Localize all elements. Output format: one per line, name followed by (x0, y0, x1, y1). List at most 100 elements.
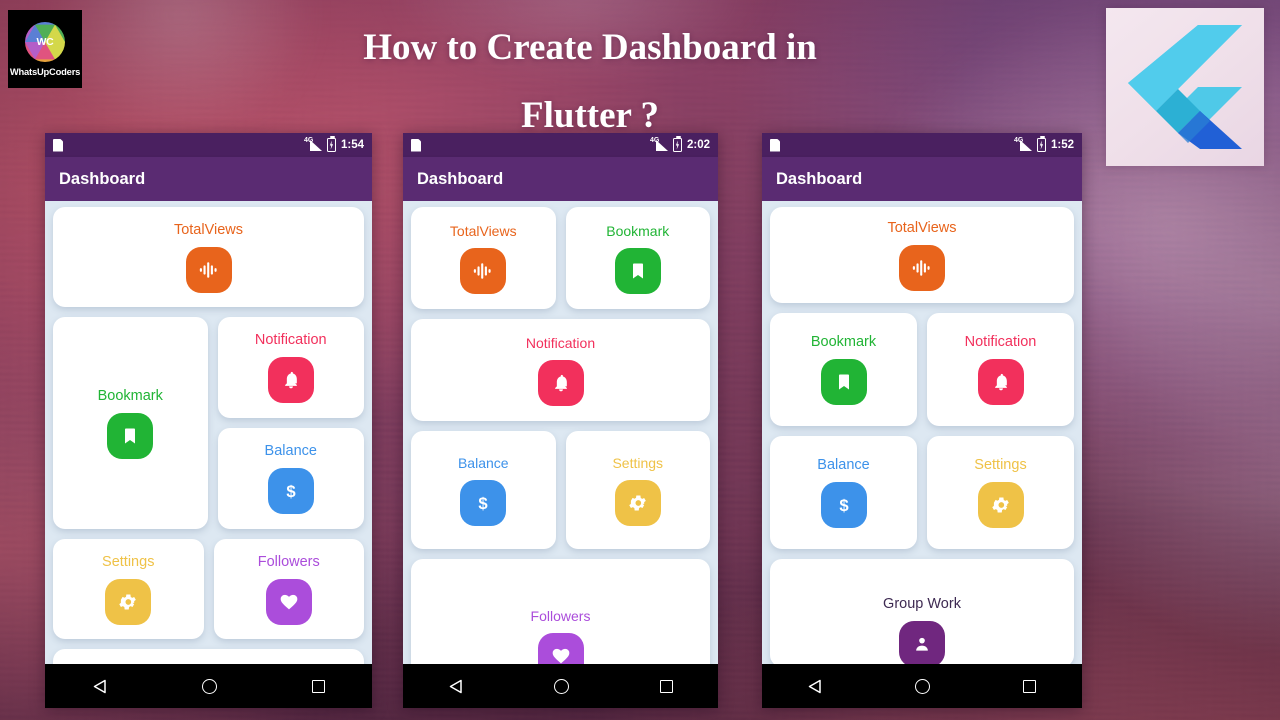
home-icon[interactable] (553, 678, 569, 694)
grid-row: Settings Followers (53, 539, 364, 639)
tile-totalviews[interactable]: TotalViews (53, 207, 364, 307)
dollar-icon: $ (460, 479, 507, 526)
group-icon (899, 621, 945, 664)
signal-icon: 4G (1013, 137, 1032, 152)
gear-icon (977, 482, 1024, 528)
gear-icon (614, 479, 661, 526)
tile-settings[interactable]: Settings (927, 436, 1074, 549)
bell-icon (537, 359, 584, 406)
phone-screenshot-1: 4G 1:54 Dashboard TotalViews Bookmark No… (45, 133, 372, 708)
tile-label: Followers (530, 608, 591, 624)
app-bar-title: Dashboard (776, 169, 863, 188)
tile-label: Settings (974, 457, 1027, 473)
tile-groupwork[interactable] (53, 649, 364, 664)
clock: 1:52 (1050, 139, 1074, 151)
tile-label: Bookmark (97, 387, 163, 404)
tile-label: Notification (525, 334, 596, 351)
shutter-icon: WC (25, 21, 65, 62)
whatsupcoders-logo: WC WhatsUpCoders (8, 10, 82, 88)
gear-icon (105, 578, 152, 625)
app-bar-title: Dashboard (417, 169, 504, 188)
tile-bookmark[interactable]: Bookmark (770, 313, 917, 426)
dashboard-grid: TotalViews Bookmark Notification Balance… (762, 201, 1082, 664)
grid-row (53, 649, 364, 664)
tile-label: Followers (257, 553, 320, 570)
grid-row: Bookmark Notification Balance $ (53, 317, 364, 529)
tile-label: TotalViews (887, 219, 957, 236)
app-bar: Dashboard (762, 157, 1082, 201)
tile-label: Bookmark (606, 222, 670, 239)
sd-card-icon (53, 138, 63, 152)
tile-settings[interactable]: Settings (565, 431, 710, 549)
tile-label: TotalViews (449, 222, 517, 239)
bell-icon (977, 359, 1024, 405)
phone-screenshot-3: 4G 1:52 Dashboard TotalViews Bookmark No… (762, 133, 1082, 708)
tile-label: Settings (102, 553, 155, 570)
tile-followers[interactable]: Followers (411, 559, 710, 664)
network-type-label: 4G (1013, 137, 1024, 144)
home-icon[interactable] (914, 678, 930, 694)
dashboard-grid: TotalViews Bookmark Notification Balance… (45, 201, 372, 664)
grid-row: Balance $ Settings (411, 431, 710, 549)
logo-initials: WC (36, 35, 54, 48)
dollar-icon: $ (267, 468, 314, 514)
heart-icon (265, 578, 312, 625)
back-icon[interactable] (449, 679, 463, 694)
grid-column: Notification Balance $ (217, 317, 364, 529)
svg-text:$: $ (479, 493, 489, 512)
tile-label: Balance (817, 457, 870, 473)
tile-balance[interactable]: Balance $ (217, 428, 364, 529)
page-title: How to Create Dashboard in Flutter ? (210, 14, 970, 150)
tile-notification[interactable]: Notification (217, 317, 364, 418)
recents-icon[interactable] (311, 679, 325, 693)
tile-notification[interactable]: Notification (927, 313, 1074, 426)
tile-totalviews[interactable]: TotalViews (770, 207, 1074, 303)
tile-balance[interactable]: Balance $ (411, 431, 556, 549)
heart-icon (537, 633, 584, 664)
flutter-logo-icon (1128, 25, 1242, 149)
tile-totalviews[interactable]: TotalViews (411, 207, 556, 309)
tile-notification[interactable]: Notification (411, 319, 710, 421)
tile-label: TotalViews (173, 221, 244, 238)
tile-label: Settings (612, 454, 664, 471)
android-nav-bar (762, 664, 1082, 708)
tile-bookmark[interactable]: Bookmark (53, 317, 208, 529)
tile-label: Balance (457, 454, 509, 471)
dollar-icon: $ (820, 482, 867, 528)
grid-row: Group Work (770, 559, 1074, 664)
status-bar-left (53, 138, 63, 152)
home-icon[interactable] (201, 678, 217, 694)
phone-screenshot-2: 4G 2:02 Dashboard TotalViews Bookmark No… (403, 133, 718, 708)
app-bar: Dashboard (45, 157, 372, 201)
logo-wordmark: WhatsUpCoders (9, 65, 81, 77)
android-nav-bar (403, 664, 718, 708)
grid-row: Bookmark Notification (770, 313, 1074, 426)
equalizer-icon (185, 246, 232, 293)
back-icon[interactable] (808, 679, 822, 694)
recents-icon[interactable] (659, 679, 673, 693)
equalizer-icon (899, 244, 945, 291)
tile-label: Notification (254, 332, 327, 348)
app-bar-title: Dashboard (59, 169, 146, 188)
tile-bookmark[interactable]: Bookmark (565, 207, 710, 309)
bookmark-icon (820, 359, 867, 405)
tile-label: Balance (264, 443, 317, 459)
title-line-2: Flutter ? (520, 95, 660, 136)
tile-balance[interactable]: Balance $ (770, 436, 917, 549)
tile-groupwork[interactable]: Group Work (770, 559, 1074, 664)
tile-settings[interactable]: Settings (53, 539, 204, 639)
android-nav-bar (45, 664, 372, 708)
title-line-1: How to Create Dashboard in (363, 27, 817, 68)
dashboard-grid: TotalViews Bookmark Notification Balance… (403, 201, 718, 664)
tile-label: Group Work (883, 596, 961, 612)
grid-row: Followers (411, 559, 710, 664)
recents-icon[interactable] (1022, 679, 1036, 693)
battery-charging-icon (1036, 136, 1046, 152)
status-bar-right: 4G 1:52 (1013, 136, 1074, 152)
svg-text:$: $ (839, 496, 849, 515)
grid-row: TotalViews Bookmark (411, 207, 710, 309)
grid-row: Balance $ Settings (770, 436, 1074, 549)
back-icon[interactable] (93, 679, 107, 694)
bookmark-icon (107, 412, 154, 459)
tile-followers[interactable]: Followers (213, 539, 364, 639)
